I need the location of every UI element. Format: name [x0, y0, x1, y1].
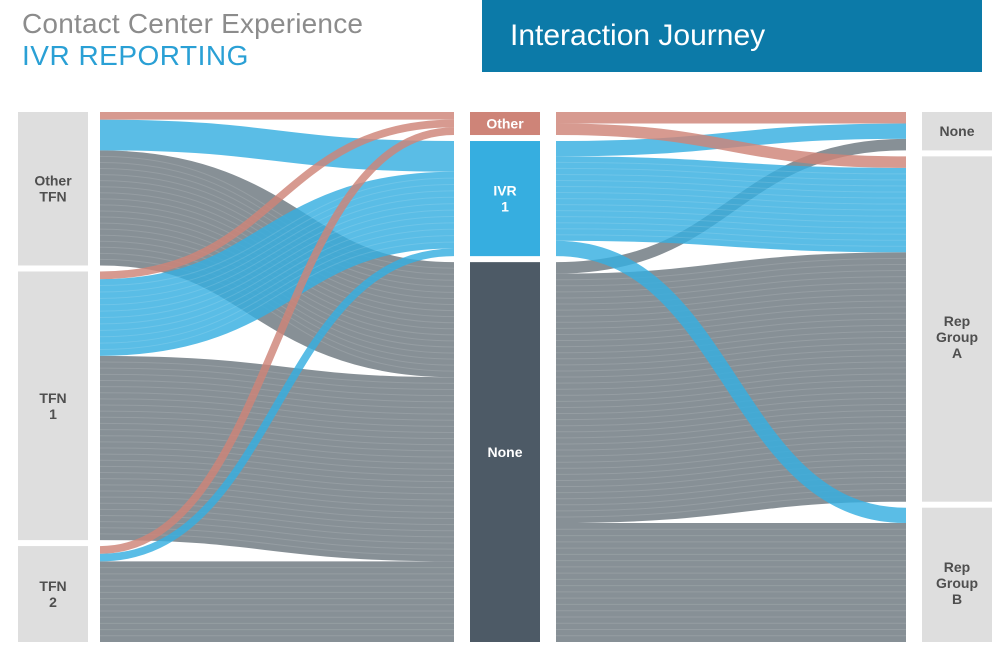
report-supertitle: Contact Center Experience [22, 8, 363, 40]
sankey-chart: OtherTFNTFN1TFN2OtherIVR1NoneNoneRepGrou… [0, 108, 998, 647]
sankey-node-label: None [940, 123, 975, 139]
sankey-node-label: OtherTFN [34, 173, 72, 205]
sankey-node-label: Other [486, 116, 524, 132]
section-banner: Interaction Journey [482, 0, 982, 72]
sankey-node-label: None [488, 444, 523, 460]
section-banner-label: Interaction Journey [510, 19, 765, 53]
report-header: Contact Center Experience IVR REPORTING [22, 8, 363, 72]
report-page: Contact Center Experience IVR REPORTING … [0, 0, 998, 647]
report-subtitle: IVR REPORTING [22, 40, 363, 72]
